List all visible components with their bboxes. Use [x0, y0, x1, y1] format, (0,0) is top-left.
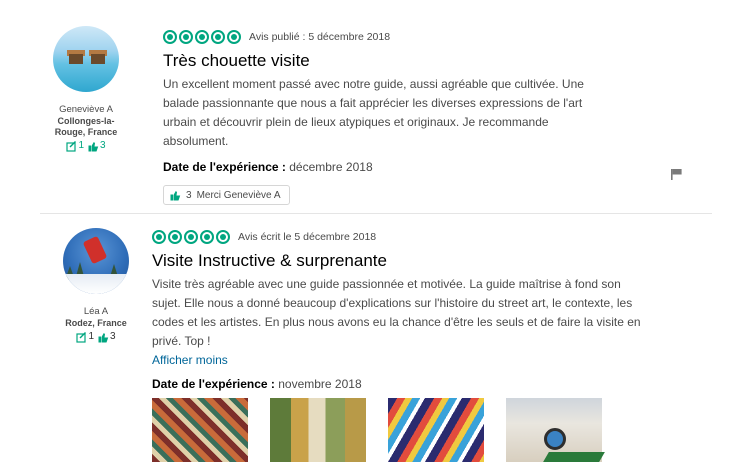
thumbs-up-icon — [98, 332, 109, 342]
review-photo[interactable] — [270, 398, 366, 462]
experience-label: Date de l'expérience : — [163, 160, 286, 174]
rating-bubble — [184, 230, 198, 244]
rating-bubble — [200, 230, 214, 244]
review-photo[interactable] — [506, 398, 605, 462]
review-date: Avis publié : 5 décembre 2018 — [249, 31, 391, 43]
experience-value: novembre 2018 — [274, 377, 362, 391]
rating-bubble — [179, 30, 193, 44]
member-stats: 1 3 — [26, 140, 146, 152]
rating-bubble — [216, 230, 230, 244]
review-date: Avis écrit le 5 décembre 2018 — [238, 231, 377, 243]
contributions-count: 1 — [78, 140, 84, 151]
member-name[interactable]: Geneviève A — [26, 104, 146, 116]
rating-bubble — [211, 30, 225, 44]
experience-label: Date de l'expérience : — [152, 377, 275, 391]
avatar-detail — [82, 235, 108, 265]
thanks-label: Merci Geneviève A — [196, 189, 281, 201]
review-card: Geneviève A Collonges-la-Rouge, France 1… — [0, 0, 733, 205]
rating-row: Avis publié : 5 décembre 2018 — [163, 28, 613, 46]
review-photo[interactable] — [388, 398, 484, 462]
review-photo[interactable] — [152, 398, 248, 462]
avatar-detail — [63, 274, 129, 294]
flag-icon[interactable] — [671, 168, 683, 180]
pencil-square-icon — [66, 140, 77, 152]
review-title[interactable]: Très chouette visite — [163, 50, 613, 72]
avatar-detail — [69, 54, 83, 64]
experience-value: décembre 2018 — [285, 160, 373, 174]
contributions-stat: 1 — [66, 140, 84, 152]
thumbs-up-icon — [88, 141, 99, 151]
helpful-stat: 3 — [98, 331, 116, 343]
member-info: Léa A Rodez, France 1 3 — [36, 228, 156, 343]
review-card: Léa A Rodez, France 1 3 Avis écrit le 5 … — [0, 214, 733, 475]
rating-bubble — [227, 30, 241, 44]
avatar-detail — [91, 54, 105, 64]
member-name[interactable]: Léa A — [36, 306, 156, 318]
rating-bubble — [195, 30, 209, 44]
review-photos — [152, 398, 652, 462]
avatar[interactable] — [53, 26, 119, 92]
member-stats: 1 3 — [36, 331, 156, 343]
rating-row: Avis écrit le 5 décembre 2018 — [152, 228, 652, 246]
thumbs-up-icon — [170, 190, 181, 200]
contributions-count: 1 — [88, 331, 94, 342]
member-info: Geneviève A Collonges-la-Rouge, France 1… — [26, 26, 146, 152]
helpful-count: 3 — [100, 140, 106, 151]
avatar[interactable] — [63, 228, 129, 294]
thank-button[interactable]: 3 Merci Geneviève A — [163, 185, 290, 205]
review-body: Visite très agréable avec une guide pass… — [152, 277, 641, 348]
helpful-stat: 3 — [88, 140, 106, 152]
contributions-stat: 1 — [76, 331, 94, 343]
review-body: Un excellent moment passé avec notre gui… — [163, 77, 584, 148]
thanks-count: 3 — [186, 189, 192, 201]
review-content: Avis publié : 5 décembre 2018 Très choue… — [163, 28, 613, 206]
experience-date: Date de l'expérience : décembre 2018 — [163, 160, 613, 174]
review-title[interactable]: Visite Instructive & surprenante — [152, 250, 652, 272]
member-location: Collonges-la-Rouge, France — [54, 116, 118, 137]
pencil-square-icon — [76, 331, 87, 343]
rating-bubble — [163, 30, 177, 44]
rating-bubble — [152, 230, 166, 244]
review-content: Avis écrit le 5 décembre 2018 Visite Ins… — [152, 228, 652, 462]
rating-bubbles — [163, 30, 241, 44]
rating-bubble — [168, 230, 182, 244]
experience-date: Date de l'expérience : novembre 2018 — [152, 377, 652, 391]
rating-bubbles — [152, 230, 230, 244]
photo-detail — [543, 452, 605, 462]
photo-detail — [544, 428, 566, 450]
member-location: Rodez, France — [65, 318, 127, 328]
helpful-count: 3 — [110, 331, 116, 342]
show-less-link[interactable]: Afficher moins — [152, 352, 652, 368]
